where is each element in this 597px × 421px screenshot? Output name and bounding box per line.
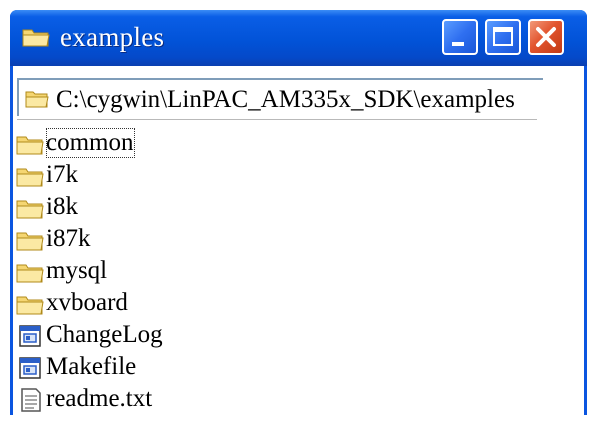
address-divider — [17, 119, 537, 120]
folder-icon — [16, 168, 44, 187]
item-label: common — [46, 128, 135, 158]
folder-icon — [16, 200, 44, 219]
folder-icon — [25, 91, 49, 108]
file-list: common i7k i8k i87k mysql xvboard Change… — [13, 126, 584, 412]
generic-file-icon — [19, 325, 41, 347]
folder-icon — [22, 29, 50, 47]
minimize-icon — [452, 42, 464, 46]
maximize-button[interactable] — [485, 19, 521, 55]
folder-icon — [16, 296, 44, 315]
folder-icon — [16, 136, 44, 155]
client-area: C:\cygwin\LinPAC_AM335x_SDK\examples com… — [13, 66, 584, 415]
folder-icon — [16, 264, 44, 283]
item-label: i8k — [46, 193, 78, 220]
address-path: C:\cygwin\LinPAC_AM335x_SDK\examples — [56, 86, 515, 113]
item-label: mysql — [46, 257, 108, 284]
item-label: ChangeLog — [46, 321, 163, 348]
text-file-icon — [21, 388, 41, 412]
maximize-icon — [493, 27, 513, 46]
item-label: xvboard — [46, 289, 128, 316]
address-bar: C:\cygwin\LinPAC_AM335x_SDK\examples — [13, 66, 584, 120]
item-label: Makefile — [46, 353, 137, 380]
title-bar[interactable]: examples — [10, 10, 587, 66]
close-button[interactable] — [528, 19, 564, 55]
minimize-button[interactable] — [442, 19, 478, 55]
item-label: readme.txt — [46, 385, 153, 412]
folder-icon — [16, 232, 44, 251]
close-icon — [536, 27, 556, 47]
item-label: i7k — [46, 161, 78, 188]
generic-file-icon — [19, 357, 41, 379]
explorer-window: examples C:\cygwin\LinPAC_AM335x_SDK\exa… — [10, 10, 587, 415]
item-label: i87k — [46, 225, 91, 252]
window-title: examples — [60, 22, 165, 52]
address-field[interactable]: C:\cygwin\LinPAC_AM335x_SDK\examples — [17, 78, 543, 116]
